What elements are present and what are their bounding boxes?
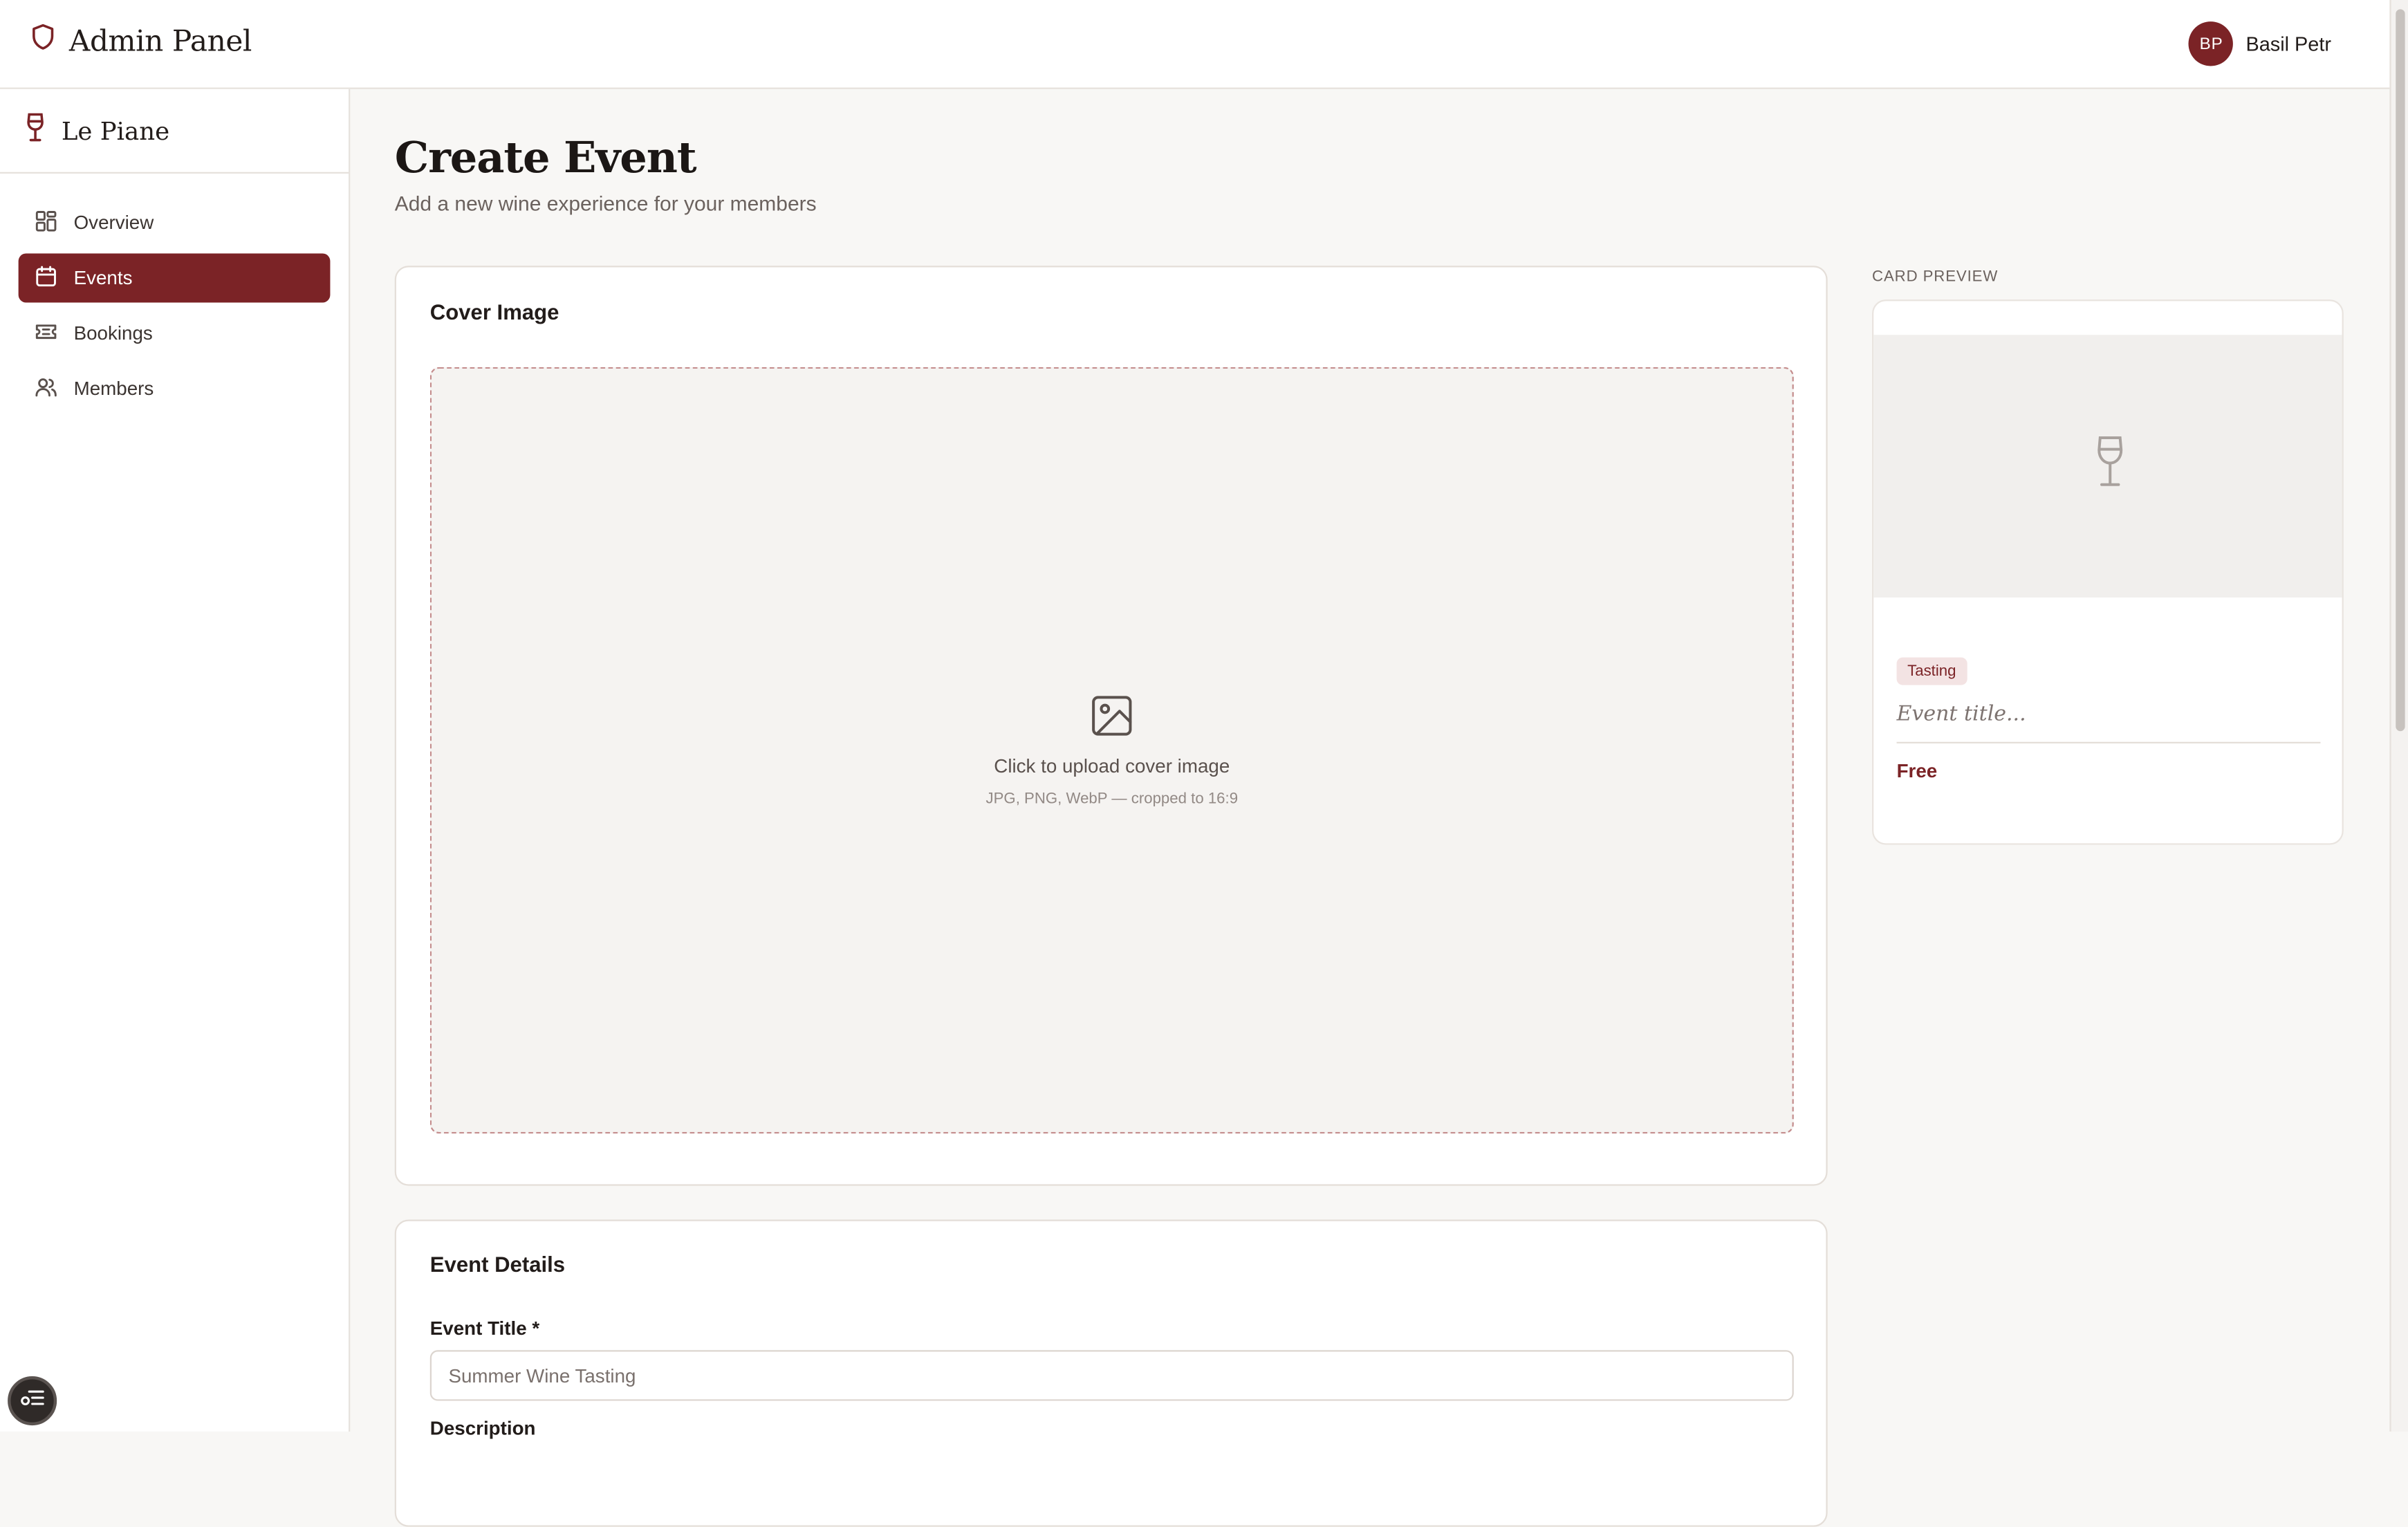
sidebar-item-label: Members bbox=[73, 378, 154, 400]
shield-icon bbox=[30, 23, 55, 58]
sidebar: Le Piane Overview Events Bookings Member… bbox=[0, 89, 351, 1432]
dropzone-content: Click to upload cover image JPG, PNG, We… bbox=[432, 694, 1793, 808]
sidebar-nav: Overview Events Bookings Members bbox=[0, 174, 349, 438]
category-tag: Tasting bbox=[1896, 657, 1967, 685]
sidebar-item-events[interactable]: Events bbox=[18, 253, 331, 303]
app-title: Admin Panel bbox=[68, 24, 252, 58]
event-title-input[interactable] bbox=[429, 1350, 1794, 1401]
page-subtitle: Add a new wine experience for your membe… bbox=[394, 192, 817, 215]
app-brand: Admin Panel bbox=[30, 23, 252, 58]
venue-header: Le Piane bbox=[0, 89, 349, 174]
sidebar-item-members[interactable]: Members bbox=[19, 364, 331, 413]
page-scrollbar[interactable] bbox=[2389, 0, 2408, 1432]
cover-image-dropzone[interactable]: Click to upload cover image JPG, PNG, We… bbox=[429, 367, 1794, 1134]
event-details-heading: Event Details bbox=[429, 1252, 566, 1277]
sidebar-item-label: Overview bbox=[73, 212, 154, 234]
upload-text: Click to upload cover image bbox=[994, 755, 1230, 777]
settings-list-icon bbox=[20, 1386, 45, 1415]
user-menu[interactable]: BP Basil Petr bbox=[2189, 21, 2331, 66]
calendar-icon bbox=[35, 265, 57, 291]
cover-image-card: Cover Image Click to upload cover image … bbox=[394, 266, 1828, 1186]
description-label: Description bbox=[429, 1417, 536, 1440]
preview-price: Free bbox=[1896, 760, 1938, 782]
scrollbar-thumb[interactable] bbox=[2396, 9, 2405, 732]
sidebar-item-label: Bookings bbox=[73, 322, 153, 344]
sidebar-item-overview[interactable]: Overview bbox=[19, 198, 331, 248]
top-bar: Admin Panel BP Basil Petr bbox=[0, 0, 2390, 89]
upload-hint: JPG, PNG, WebP — cropped to 16:9 bbox=[985, 790, 1239, 808]
sidebar-item-label: Events bbox=[73, 267, 133, 289]
sidebar-item-bookings[interactable]: Bookings bbox=[19, 308, 331, 358]
card-preview-label: CARD PREVIEW bbox=[1872, 268, 1999, 286]
page-title: Create Event bbox=[394, 132, 697, 183]
user-name[interactable]: Basil Petr bbox=[2245, 33, 2331, 55]
event-title-label: Event Title * bbox=[429, 1317, 540, 1340]
users-icon bbox=[35, 376, 57, 402]
floating-menu-button[interactable] bbox=[8, 1376, 57, 1426]
event-details-card: Event Details Event Title * Description bbox=[394, 1219, 1828, 1527]
cover-image-heading: Cover Image bbox=[429, 299, 559, 324]
wine-glass-icon bbox=[2093, 435, 2127, 498]
preview-image-placeholder bbox=[1873, 335, 2342, 598]
preview-title: Event title... bbox=[1896, 702, 2321, 743]
avatar[interactable]: BP bbox=[2189, 21, 2234, 66]
venue-name: Le Piane bbox=[61, 115, 170, 145]
wine-glass-icon bbox=[25, 111, 46, 150]
ticket-icon bbox=[35, 320, 57, 346]
event-card-preview: Tasting Event title... Free bbox=[1872, 299, 2344, 845]
grid-icon bbox=[35, 210, 57, 236]
image-icon bbox=[1091, 694, 1133, 745]
